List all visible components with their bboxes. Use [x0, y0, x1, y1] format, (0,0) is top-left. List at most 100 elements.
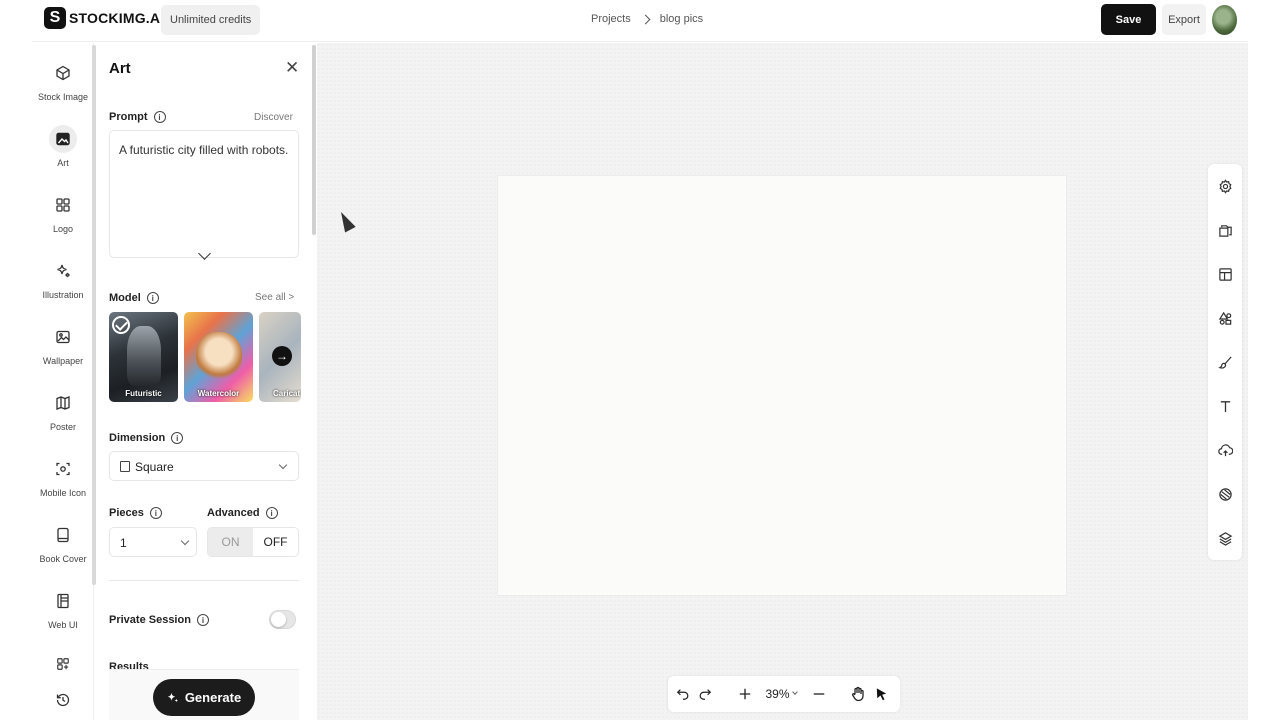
map-icon — [49, 389, 77, 417]
info-icon[interactable]: i — [146, 292, 159, 304]
left-margin — [0, 0, 32, 720]
cube-icon — [49, 59, 77, 87]
apps-icon — [49, 653, 77, 675]
sidebar-item-mobile-icon[interactable]: Mobile Icon — [32, 447, 94, 505]
upload-icon[interactable] — [1217, 442, 1233, 458]
layout-icon[interactable] — [1217, 266, 1233, 282]
panel-scrollbar[interactable] — [312, 45, 316, 235]
pieces-select[interactable]: 1 — [109, 527, 197, 557]
chevron-right-icon — [640, 14, 651, 24]
close-icon[interactable]: ✕ — [285, 59, 299, 76]
logo-text: STOCKIMG.AI — [69, 10, 165, 26]
credits-badge[interactable]: Unlimited credits — [161, 5, 261, 35]
picture-icon — [49, 323, 77, 351]
artboard[interactable] — [498, 176, 1066, 595]
zoom-value: 39% — [765, 687, 790, 701]
breadcrumb-current[interactable]: blog pics — [660, 13, 703, 25]
info-icon[interactable]: i — [171, 432, 184, 444]
right-toolbar — [1208, 164, 1242, 560]
info-icon[interactable]: i — [149, 507, 162, 519]
zoom-level[interactable]: 39% — [763, 685, 799, 703]
history-icon — [49, 689, 77, 711]
tool-sidebar: Stock Image Art Logo Illustration Wallpa… — [32, 43, 94, 720]
zoom-out-icon[interactable] — [811, 685, 827, 703]
info-icon[interactable]: i — [265, 507, 278, 519]
robot-thumbnail — [127, 326, 161, 386]
dimension-label-text: Dimension — [109, 432, 166, 444]
prompt-label-text: Prompt — [109, 111, 148, 123]
sidebar-item-stock-image[interactable]: Stock Image — [32, 51, 94, 109]
advanced-toggle[interactable]: ON OFF — [207, 527, 299, 557]
square-icon — [120, 461, 130, 472]
folder-icon[interactable] — [1217, 222, 1233, 238]
model-name: Watercolor — [197, 389, 240, 398]
model-card-futuristic[interactable]: Futuristic — [109, 312, 178, 402]
sidebar-item-label: Stock Image — [37, 92, 89, 102]
model-card-watercolor[interactable]: Watercolor — [184, 312, 253, 402]
settings-icon[interactable] — [1217, 178, 1233, 194]
dog-thumbnail — [196, 332, 242, 382]
see-all-link[interactable]: See all > — [255, 292, 294, 303]
hand-icon[interactable] — [850, 685, 866, 703]
layers-icon[interactable] — [1217, 530, 1233, 546]
chevron-down-icon — [791, 689, 798, 695]
sidebar-item-wallpaper[interactable]: Wallpaper — [32, 315, 94, 373]
generate-button[interactable]: Generate — [153, 679, 255, 716]
breadcrumb-projects[interactable]: Projects — [591, 13, 631, 25]
dimension-value: Square — [135, 460, 174, 474]
avatar[interactable] — [1212, 5, 1237, 35]
shapes-icon[interactable] — [1217, 310, 1233, 326]
sidebar-item-label: Wallpaper — [42, 356, 84, 366]
sidebar-item-history[interactable] — [32, 681, 94, 711]
sidebar-item-label: Poster — [49, 422, 76, 432]
sidebar-item-book-cover[interactable]: Book Cover — [32, 513, 94, 571]
sidebar-item-illustration[interactable]: Illustration — [32, 249, 94, 307]
info-icon[interactable]: i — [153, 111, 166, 123]
divider — [109, 580, 299, 581]
sidebar-item-label: Web UI — [48, 620, 78, 630]
zoom-in-icon[interactable] — [737, 685, 753, 703]
sidebar-item-logo[interactable]: Logo — [32, 183, 94, 241]
prompt-label: Prompt i — [109, 111, 166, 123]
sidebar-item-art[interactable]: Art — [32, 117, 94, 175]
model-name: Futuristic — [125, 389, 162, 398]
dimension-select[interactable]: Square — [109, 451, 299, 481]
toggle-knob — [271, 612, 286, 627]
pointer-icon[interactable] — [873, 685, 889, 703]
advanced-on-button[interactable]: ON — [208, 528, 253, 556]
save-button[interactable]: Save — [1101, 4, 1156, 35]
info-icon[interactable]: i — [196, 614, 209, 626]
sidebar-item-label: Art — [57, 158, 69, 168]
advanced-label: Advanced i — [207, 507, 278, 519]
web-icon — [49, 587, 77, 615]
sidebar-item-poster[interactable]: Poster — [32, 381, 94, 439]
dimension-label: Dimension i — [109, 432, 184, 444]
sticker-icon[interactable] — [1217, 486, 1233, 502]
app-logo[interactable]: S STOCKIMG.AI — [44, 7, 164, 29]
private-session-label: Private Session i — [109, 614, 209, 626]
private-session-toggle[interactable] — [269, 610, 296, 629]
sidebar-item-label: Mobile Icon — [39, 488, 87, 498]
panel-title: Art — [109, 60, 131, 77]
prompt-textarea[interactable]: A futuristic city filled with robots. — [109, 130, 299, 258]
app-icon — [49, 455, 77, 483]
text-icon[interactable] — [1217, 398, 1233, 414]
discover-link[interactable]: Discover — [254, 112, 293, 123]
redo-icon[interactable] — [697, 685, 713, 703]
model-label: Model i — [109, 292, 159, 304]
sidebar-item-web-ui[interactable]: Web UI — [32, 579, 94, 637]
prompt-text: A futuristic city filled with robots. — [119, 143, 289, 157]
sidebar-item-more[interactable] — [32, 645, 94, 675]
breadcrumb: Projects blog pics — [591, 13, 703, 25]
chevron-down-icon — [180, 536, 190, 546]
undo-icon[interactable] — [675, 685, 691, 703]
arrow-right-icon[interactable]: → — [272, 346, 292, 366]
advanced-off-button[interactable]: OFF — [253, 528, 298, 556]
image-icon — [49, 125, 77, 153]
export-button[interactable]: Export — [1162, 4, 1206, 35]
sparkle-icon — [167, 692, 178, 702]
check-circle-icon — [112, 316, 130, 334]
brush-icon[interactable] — [1217, 354, 1233, 370]
canvas-controls: 39% — [668, 676, 900, 712]
pieces-label: Pieces i — [109, 507, 162, 519]
